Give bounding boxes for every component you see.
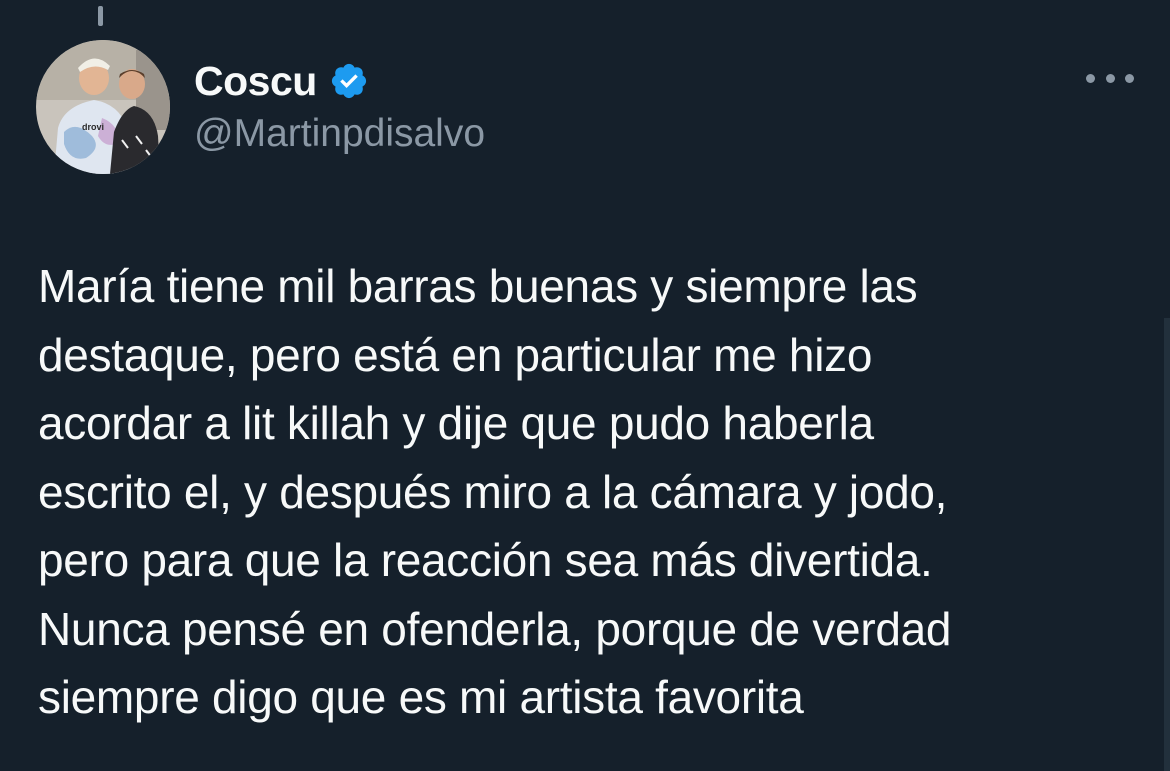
more-dot <box>1105 73 1115 83</box>
more-dot <box>1086 73 1095 83</box>
author-display-name[interactable]: Coscu <box>194 58 317 105</box>
tweet-text-line: siempre digo que es mi artista favorita <box>38 671 804 723</box>
tweet-text-line: Nunca pensé en ofenderla, porque de verd… <box>38 602 952 655</box>
more-dot <box>1125 73 1134 83</box>
verified-badge-icon <box>329 61 369 101</box>
avatar-shirt-text: drovi <box>82 122 104 132</box>
tweet-author: Coscu @Martinpdisalvo <box>194 54 485 156</box>
more-options-icon[interactable] <box>1086 64 1134 92</box>
avatar[interactable]: drovi <box>36 40 170 174</box>
tweet-text-line: escrito el, y después miro a la cámara y… <box>38 465 948 518</box>
tweet-text-line: acordar a lit killah y dije que pudo hab… <box>38 397 874 449</box>
tweet-text: María tiene mil barras buenas y siempre … <box>38 252 1128 732</box>
tweet-text-line: pero para que la reacción sea más divert… <box>38 534 933 586</box>
author-name-row: Coscu <box>194 54 485 108</box>
author-handle[interactable]: @Martinpdisalvo <box>194 112 485 156</box>
avatar-photo: drovi <box>36 40 170 174</box>
tweet-text-line: destaque, pero está en particular me hiz… <box>38 328 873 381</box>
tweet-text-line: María tiene mil barras buenas y siempre … <box>38 260 918 312</box>
scrollbar[interactable] <box>1164 318 1170 771</box>
thread-connector-line <box>98 6 103 26</box>
